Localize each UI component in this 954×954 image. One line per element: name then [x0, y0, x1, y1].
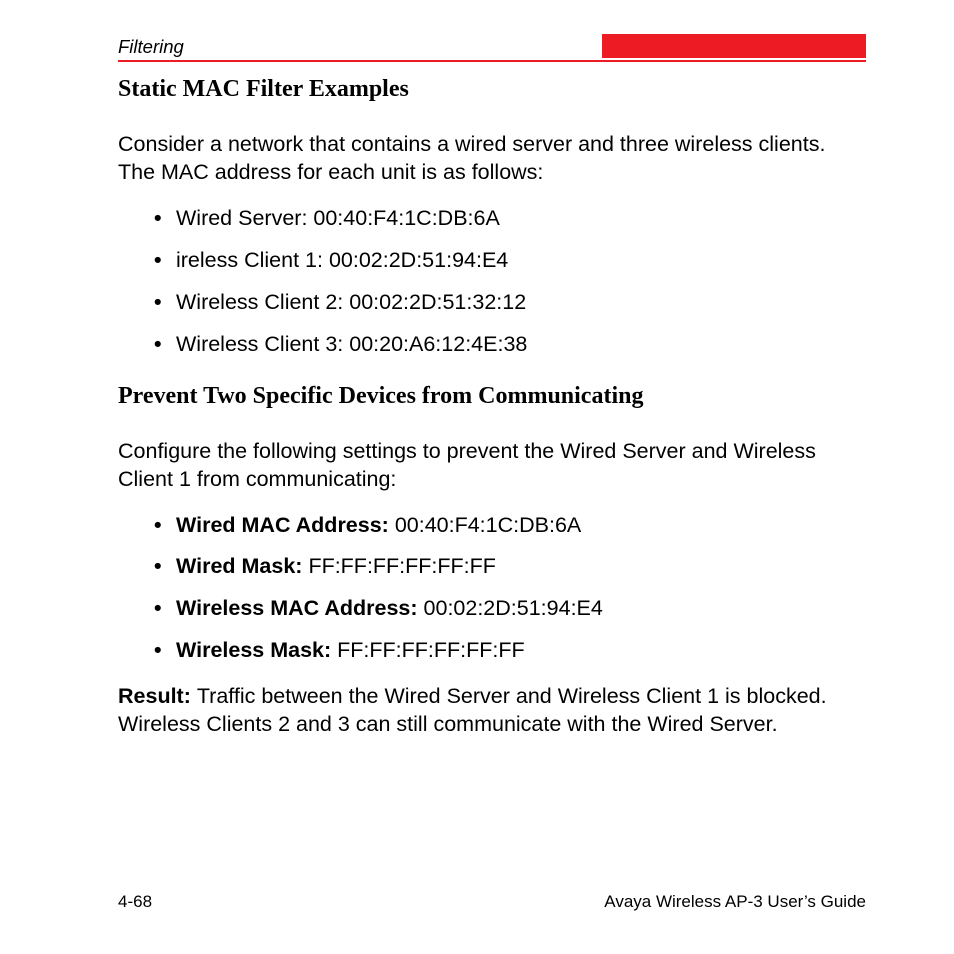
- heading-static-mac-filter-examples: Static MAC Filter Examples: [118, 76, 866, 103]
- list-item: ireless Client 1: 00:02:2D:51:94:E4: [176, 247, 866, 275]
- list-item: Wired MAC Address: 00:40:F4:1C:DB:6A: [176, 512, 866, 540]
- setting-value: 00:40:F4:1C:DB:6A: [395, 513, 581, 537]
- list-item: Wired Server: 00:40:F4:1C:DB:6A: [176, 205, 866, 233]
- header-accent-block: [602, 34, 866, 58]
- list-item: Wired Mask: FF:FF:FF:FF:FF:FF: [176, 553, 866, 581]
- list-item: Wireless Mask: FF:FF:FF:FF:FF:FF: [176, 637, 866, 665]
- setting-value: FF:FF:FF:FF:FF:FF: [337, 638, 524, 662]
- setting-label: Wireless MAC Address:: [176, 596, 424, 620]
- header-rule: [118, 60, 866, 62]
- setting-label: Wired MAC Address:: [176, 513, 395, 537]
- setting-label: Wired Mask:: [176, 554, 308, 578]
- result-text: Traffic between the Wired Server and Wir…: [118, 684, 827, 736]
- setting-value: 00:02:2D:51:94:E4: [424, 596, 603, 620]
- list-item: Wireless Client 2: 00:02:2D:51:32:12: [176, 289, 866, 317]
- settings-list: Wired MAC Address: 00:40:F4:1C:DB:6A Wir…: [118, 512, 866, 666]
- heading-prevent-two-devices: Prevent Two Specific Devices from Commun…: [118, 383, 866, 410]
- section-label: Filtering: [118, 36, 184, 58]
- list-item: Wireless Client 3: 00:20:A6:12:4E:38: [176, 331, 866, 359]
- intro-paragraph: Consider a network that contains a wired…: [118, 131, 866, 187]
- setting-value: FF:FF:FF:FF:FF:FF: [308, 554, 495, 578]
- mac-address-list: Wired Server: 00:40:F4:1C:DB:6A ireless …: [118, 205, 866, 359]
- list-item: Wireless MAC Address: 00:02:2D:51:94:E4: [176, 595, 866, 623]
- setting-label: Wireless Mask:: [176, 638, 337, 662]
- result-label: Result:: [118, 684, 197, 708]
- page-number: 4-68: [118, 892, 152, 912]
- configure-paragraph: Configure the following settings to prev…: [118, 438, 866, 494]
- guide-title: Avaya Wireless AP-3 User’s Guide: [604, 892, 866, 912]
- page-header: Filtering: [118, 30, 866, 58]
- result-paragraph: Result: Traffic between the Wired Server…: [118, 683, 866, 739]
- page-footer: 4-68 Avaya Wireless AP-3 User’s Guide: [118, 892, 866, 912]
